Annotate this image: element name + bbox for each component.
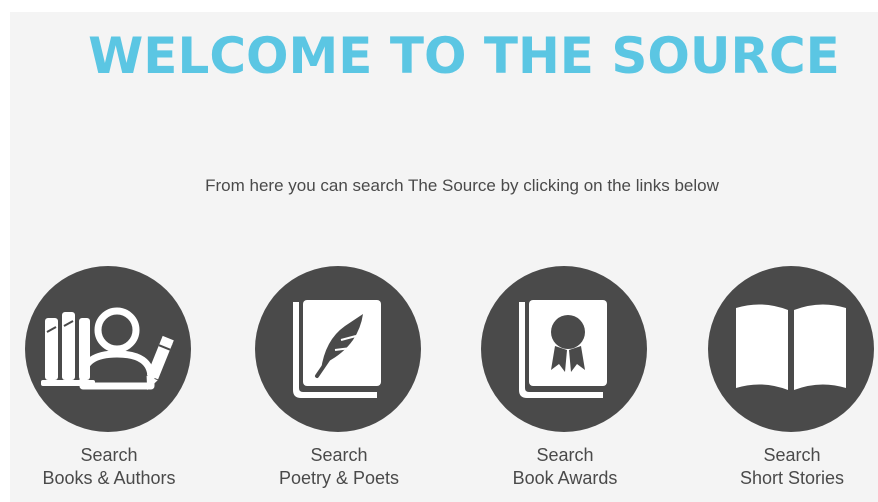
- link-label-book-awards[interactable]: Search Book Awards: [467, 444, 663, 490]
- label-line-1[interactable]: Search: [467, 444, 663, 467]
- label-line-1[interactable]: Search: [694, 444, 878, 467]
- open-book-icon[interactable]: [708, 266, 874, 432]
- label-line-2[interactable]: Books & Authors: [11, 467, 207, 490]
- link-label-poetry-poets[interactable]: Search Poetry & Poets: [241, 444, 437, 490]
- search-books-authors-link[interactable]: Search Books & Authors: [11, 266, 207, 502]
- label-line-2[interactable]: Short Stories: [694, 467, 878, 490]
- label-line-1[interactable]: Search: [241, 444, 437, 467]
- search-short-stories-link[interactable]: Search Short Stories: [694, 266, 878, 502]
- label-line-2[interactable]: Book Awards: [467, 467, 663, 490]
- book-award-ribbon-icon[interactable]: [481, 266, 647, 432]
- page-panel: WELCOME TO THE SOURCE From here you can …: [10, 12, 878, 502]
- books-authors-icon[interactable]: [25, 266, 191, 432]
- link-label-short-stories[interactable]: Search Short Stories: [694, 444, 878, 490]
- page-title: WELCOME TO THE SOURCE: [88, 27, 840, 85]
- link-label-books-authors[interactable]: Search Books & Authors: [11, 444, 207, 490]
- poetry-feather-book-icon[interactable]: [255, 266, 421, 432]
- search-poetry-poets-link[interactable]: Search Poetry & Poets: [241, 266, 437, 502]
- label-line-1[interactable]: Search: [11, 444, 207, 467]
- search-book-awards-link[interactable]: Search Book Awards: [467, 266, 663, 502]
- intro-text: From here you can search The Source by c…: [205, 176, 719, 195]
- label-line-2[interactable]: Poetry & Poets: [241, 467, 437, 490]
